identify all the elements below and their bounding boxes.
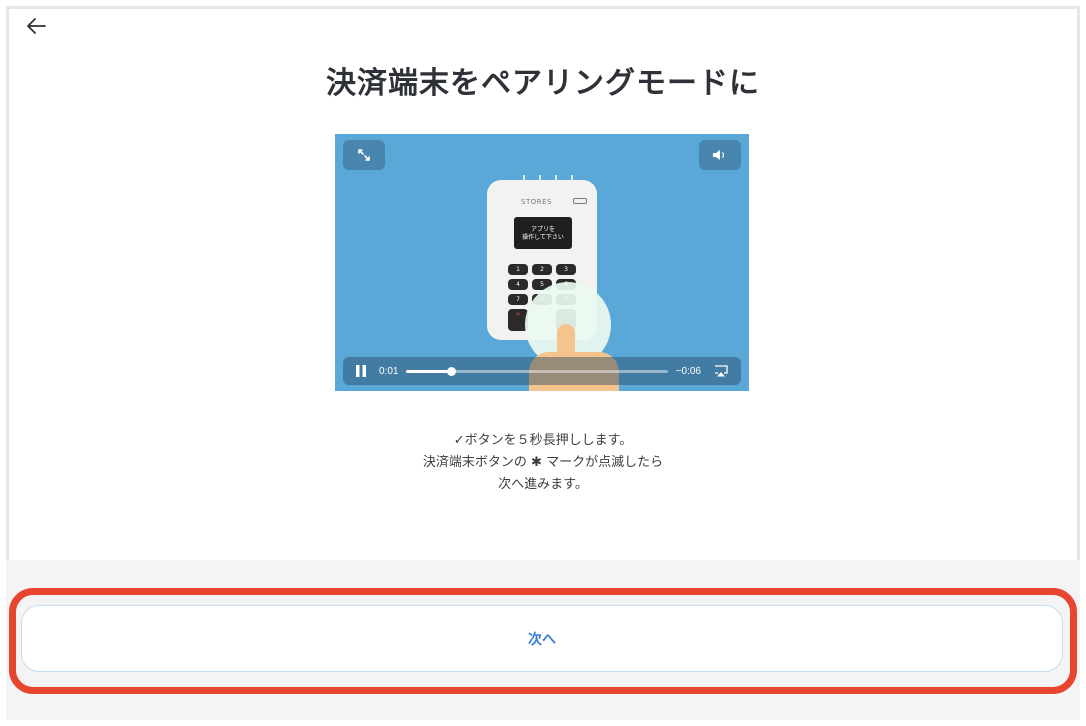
terminal-pin [523, 175, 525, 181]
airplay-button[interactable] [707, 357, 735, 385]
terminal-key: 7 [508, 294, 528, 305]
terminal-screen-line2: 操作して下さい [522, 234, 564, 241]
video-controls: 0:01 −0:06 [343, 357, 741, 385]
time-remaining: −0:06 [675, 365, 701, 377]
video-progress-bar[interactable] [406, 366, 668, 376]
battery-icon [573, 198, 587, 204]
speaker-icon [713, 150, 725, 160]
volume-button[interactable] [699, 140, 741, 170]
instruction-line-1: ✓ボタンを５秒長押しします。 [453, 433, 633, 448]
arrow-left-icon [27, 18, 46, 34]
tutorial-video[interactable]: STORES アプリを 操作して下さい 1 2 3 4 5 6 7 8 9 ✕ … [335, 134, 749, 391]
expand-icon [358, 149, 370, 161]
progress-thumb[interactable] [446, 366, 456, 376]
back-button[interactable] [22, 12, 50, 40]
terminal-pin [539, 175, 541, 181]
terminal-key: 1 [508, 264, 528, 275]
pause-icon [356, 365, 366, 377]
terminal-key: 4 [508, 279, 528, 290]
terminal-screen: アプリを 操作して下さい [514, 217, 572, 249]
terminal-pin [571, 175, 573, 181]
page-title: 決済端末をペアリングモードに [326, 66, 760, 101]
instruction-line-2: 決済端末ボタンの ✱ マークが点滅したら [422, 455, 664, 470]
terminal-screen-line1: アプリを [530, 226, 555, 233]
instruction-line-3: 次へ進みます。 [498, 477, 588, 492]
time-current: 0:01 [379, 365, 399, 377]
terminal-brand: STORES [521, 198, 552, 206]
terminal-key: 3 [556, 264, 576, 275]
instructions: ✓ボタンを５秒長押しします。 決済端末ボタンの ✱ マークが点滅したら 次へ進み… [0, 430, 1086, 496]
pause-button[interactable] [347, 357, 375, 385]
fullscreen-button[interactable] [343, 140, 385, 170]
terminal-key: 2 [532, 264, 552, 275]
next-button[interactable]: 次へ [21, 605, 1063, 672]
airplay-icon [715, 365, 728, 377]
terminal-pin [555, 175, 557, 181]
progress-fill [406, 369, 451, 373]
